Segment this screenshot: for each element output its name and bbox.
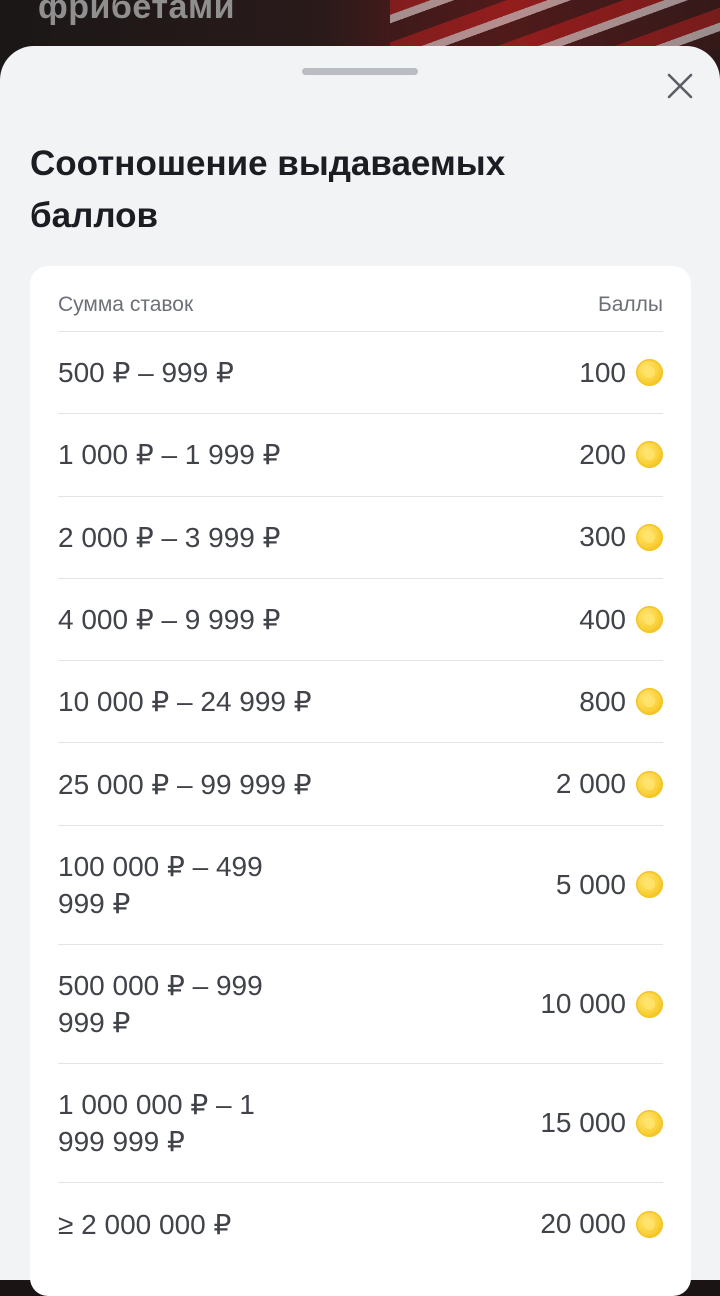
points-amount: 15 000 <box>540 1107 626 1139</box>
banner-title: фрибетами <box>38 0 235 26</box>
points-amount: 200 <box>579 438 626 470</box>
points-amount: 20 000 <box>540 1208 626 1240</box>
table-row: 100 000 ₽ – 499 999 ₽ 5 000 <box>58 826 663 945</box>
coin-icon <box>636 523 663 551</box>
amount-range: 100 000 ₽ – 499 999 ₽ <box>58 850 263 919</box>
points-value: 200 <box>579 439 663 471</box>
points-value: 400 <box>579 604 663 636</box>
close-button[interactable] <box>660 66 700 106</box>
table-row: 1 000 000 ₽ – 1 999 999 ₽ 15 000 <box>58 1064 663 1184</box>
bottom-sheet: Соотношение выдаваемых баллов Сумма став… <box>0 46 720 1296</box>
coin-icon <box>636 1210 663 1238</box>
coin-icon <box>636 990 663 1018</box>
amount-range: 25 000 ₽ – 99 999 ₽ <box>58 768 312 800</box>
table-row: 2 000 ₽ – 3 999 ₽ 300 <box>58 497 663 579</box>
table-row: ≥ 2 000 000 ₽ 20 000 <box>58 1183 663 1265</box>
amount-range: 2 000 ₽ – 3 999 ₽ <box>58 521 281 553</box>
coin-icon <box>636 770 663 798</box>
points-amount: 800 <box>579 685 626 717</box>
points-table: Сумма ставок Баллы 500 ₽ – 999 ₽ 100 1 000… <box>30 266 691 1296</box>
points-amount: 100 <box>579 356 626 388</box>
points-amount: 2 000 <box>555 768 626 800</box>
coin-icon <box>636 441 663 469</box>
table-header: Сумма ставок Баллы <box>58 266 663 332</box>
page-title: Соотношение выдаваемых баллов <box>30 144 506 235</box>
points-value: 5 000 <box>556 869 663 901</box>
table-row: 10 000 ₽ – 24 999 ₽ 800 <box>58 661 663 744</box>
amount-range: 10 000 ₽ – 24 999 ₽ <box>58 686 312 718</box>
amount-range: 500 ₽ – 999 ₽ <box>58 357 234 389</box>
close-icon <box>667 73 693 99</box>
banner-image <box>390 0 720 50</box>
table-row: 1 000 ₽ – 1 999 ₽ 200 <box>58 414 663 497</box>
amount-range: ≥ 2 000 000 ₽ <box>58 1208 232 1240</box>
amount-range: 500 000 ₽ – 999 999 ₽ <box>58 970 263 1039</box>
points-amount: 300 <box>579 521 626 553</box>
amount-range: 4 000 ₽ – 9 999 ₽ <box>58 604 281 636</box>
coin-icon <box>636 359 663 387</box>
table-row: 500 ₽ – 999 ₽ 100 <box>58 332 663 415</box>
points-value: 10 000 <box>540 988 663 1020</box>
table-body: 500 ₽ – 999 ₽ 100 1 000 ₽ – 1 999 ₽ 200 2 00… <box>58 332 663 1266</box>
amount-range: 1 000 ₽ – 1 999 ₽ <box>58 439 281 471</box>
points-value: 15 000 <box>540 1107 663 1139</box>
points-value: 100 <box>579 357 663 389</box>
points-amount: 5 000 <box>555 868 626 900</box>
table-row: 25 000 ₽ – 99 999 ₽ 2 000 <box>58 743 663 826</box>
points-value: 800 <box>579 686 663 718</box>
points-amount: 10 000 <box>540 988 626 1020</box>
points-value: 2 000 <box>556 768 663 800</box>
amount-range: 1 000 000 ₽ – 1 999 999 ₽ <box>58 1089 255 1158</box>
header-points: Баллы <box>597 292 663 316</box>
table-row: 500 000 ₽ – 999 999 ₽ 10 000 <box>58 945 663 1065</box>
points-amount: 400 <box>579 603 626 635</box>
coin-icon <box>636 688 663 716</box>
points-value: 20 000 <box>540 1208 663 1240</box>
coin-icon <box>636 1109 663 1137</box>
sheet-grabber[interactable] <box>302 68 418 75</box>
table-row: 4 000 ₽ – 9 999 ₽ 400 <box>58 579 663 662</box>
coin-icon <box>636 871 663 899</box>
points-value: 300 <box>579 521 663 553</box>
coin-icon <box>636 606 663 634</box>
header-amount: Сумма ставок <box>58 292 194 316</box>
